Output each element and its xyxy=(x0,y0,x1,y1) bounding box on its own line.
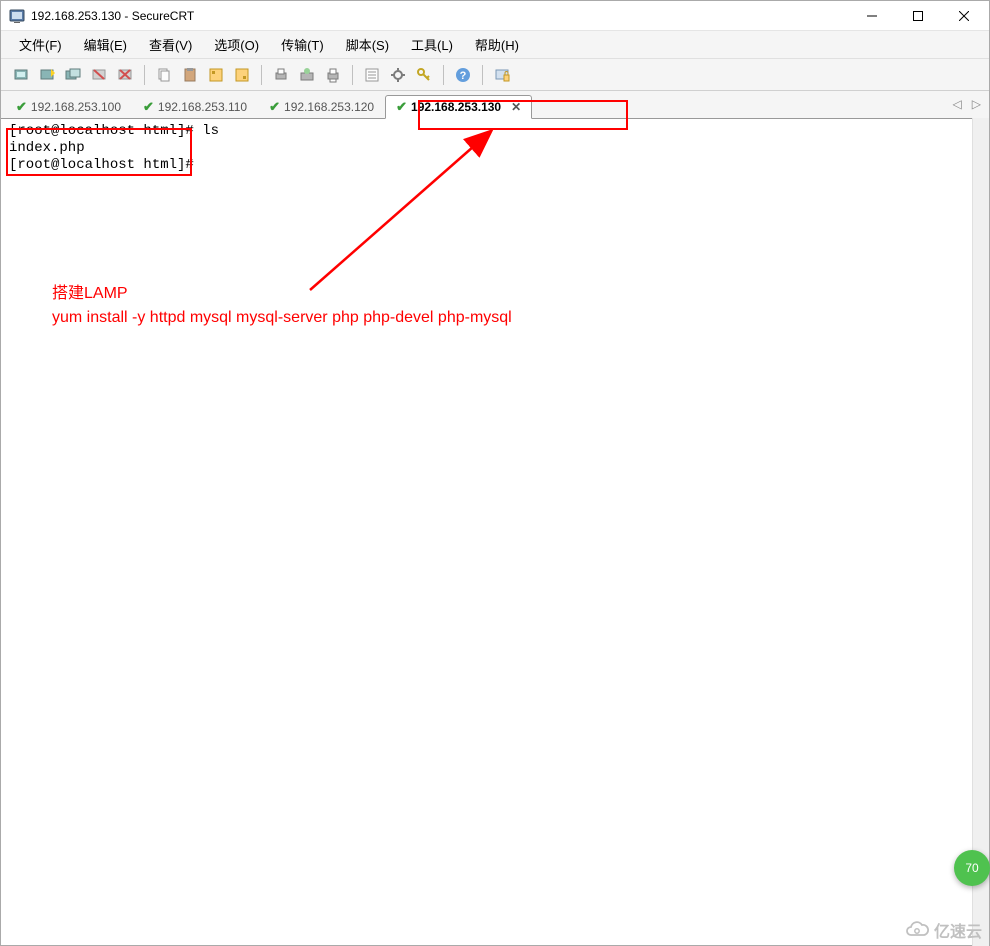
tab-session-130[interactable]: ✔ 192.168.253.130 ✕ xyxy=(385,95,532,119)
print-icon[interactable] xyxy=(271,65,291,85)
check-icon: ✔ xyxy=(143,99,154,115)
menu-edit[interactable]: 编辑(E) xyxy=(74,31,137,58)
annotation-text: 搭建LAMP yum install -y httpd mysql mysql-… xyxy=(52,282,512,330)
menu-view[interactable]: 查看(V) xyxy=(139,31,202,58)
menu-tools[interactable]: 工具(L) xyxy=(401,31,463,58)
help-icon[interactable]: ? xyxy=(453,65,473,85)
menu-script[interactable]: 脚本(S) xyxy=(336,31,399,58)
menu-options[interactable]: 选项(O) xyxy=(204,31,269,58)
reconnect-icon[interactable] xyxy=(63,65,83,85)
toolbar-separator xyxy=(352,65,353,85)
connect-icon[interactable] xyxy=(11,65,31,85)
tab-label: 192.168.253.110 xyxy=(158,100,247,114)
tab-session-110[interactable]: ✔ 192.168.253.110 xyxy=(132,94,258,118)
copy-icon[interactable] xyxy=(154,65,174,85)
annotation-line-1: 搭建LAMP xyxy=(52,282,512,306)
sessions-icon[interactable] xyxy=(232,65,252,85)
tab-nav-arrows: ◁ ▷ xyxy=(953,97,981,111)
check-icon: ✔ xyxy=(16,99,27,115)
check-icon: ✔ xyxy=(269,99,280,115)
toolbar: ? xyxy=(1,59,989,91)
log-icon[interactable] xyxy=(297,65,317,85)
menubar: 文件(F) 编辑(E) 查看(V) 选项(O) 传输(T) 脚本(S) 工具(L… xyxy=(1,31,989,59)
svg-text:?: ? xyxy=(460,70,467,82)
terminal-line: index.php xyxy=(9,140,981,157)
terminal[interactable]: [root@localhost html]# ls index.php [roo… xyxy=(1,119,989,945)
terminal-line: [root@localhost html]# xyxy=(9,157,981,174)
disconnect-icon[interactable] xyxy=(89,65,109,85)
window-title: 192.168.253.130 - SecureCRT xyxy=(31,9,849,23)
annotation-line-2: yum install -y httpd mysql mysql-server … xyxy=(52,306,512,330)
tab-session-100[interactable]: ✔ 192.168.253.100 xyxy=(5,94,132,118)
watermark: 亿速云 xyxy=(904,918,982,942)
titlebar: 192.168.253.130 - SecureCRT xyxy=(1,1,989,31)
tab-label: 192.168.253.100 xyxy=(31,100,121,114)
tab-next-icon[interactable]: ▷ xyxy=(972,97,981,111)
key-icon[interactable] xyxy=(414,65,434,85)
window-controls xyxy=(849,1,987,30)
paste-icon[interactable] xyxy=(180,65,200,85)
vertical-scrollbar[interactable] xyxy=(972,118,989,946)
settings-icon[interactable] xyxy=(388,65,408,85)
menu-file[interactable]: 文件(F) xyxy=(9,31,72,58)
tab-prev-icon[interactable]: ◁ xyxy=(953,97,962,111)
app-window: 192.168.253.130 - SecureCRT 文件(F) 编辑(E) … xyxy=(0,0,990,946)
toolbar-separator xyxy=(482,65,483,85)
tab-label: 192.168.253.130 xyxy=(411,100,501,114)
toolbar-separator xyxy=(144,65,145,85)
check-icon: ✔ xyxy=(396,99,407,115)
toolbar-separator xyxy=(261,65,262,85)
minimize-button[interactable] xyxy=(849,1,895,30)
green-badge[interactable]: 70 xyxy=(954,850,990,886)
tab-session-120[interactable]: ✔ 192.168.253.120 xyxy=(258,94,385,118)
lock-session-icon[interactable] xyxy=(492,65,512,85)
save-icon[interactable] xyxy=(323,65,343,85)
terminal-line: [root@localhost html]# ls xyxy=(9,123,981,140)
new-session-icon[interactable] xyxy=(115,65,135,85)
badge-text: 70 xyxy=(965,861,978,875)
quick-connect-icon[interactable] xyxy=(37,65,57,85)
tab-close-icon[interactable]: ✕ xyxy=(511,100,521,114)
watermark-text: 亿速云 xyxy=(934,918,982,942)
app-icon xyxy=(9,8,25,24)
properties-icon[interactable] xyxy=(362,65,382,85)
menu-help[interactable]: 帮助(H) xyxy=(465,31,529,58)
cloud-icon xyxy=(904,921,930,939)
tabbar: ✔ 192.168.253.100 ✔ 192.168.253.110 ✔ 19… xyxy=(1,91,989,119)
toolbar-separator xyxy=(443,65,444,85)
find-icon[interactable] xyxy=(206,65,226,85)
close-button[interactable] xyxy=(941,1,987,30)
maximize-button[interactable] xyxy=(895,1,941,30)
tab-label: 192.168.253.120 xyxy=(284,100,374,114)
menu-transfer[interactable]: 传输(T) xyxy=(271,31,334,58)
